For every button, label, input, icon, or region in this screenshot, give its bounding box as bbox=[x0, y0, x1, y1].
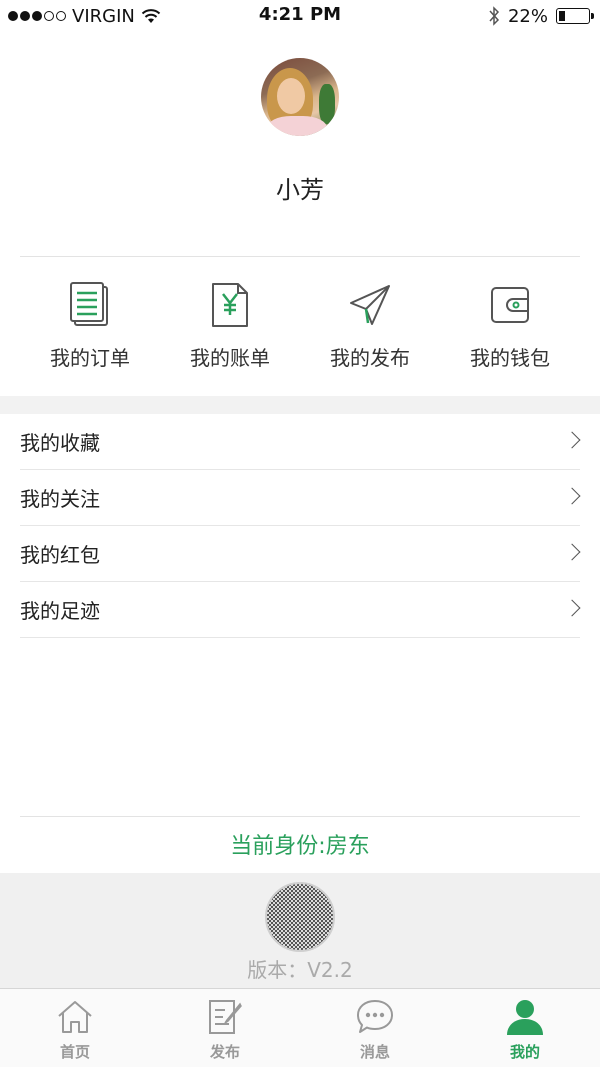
tab-publish[interactable]: 发布 bbox=[150, 989, 300, 1067]
menu-item-footprints[interactable]: 我的足迹 bbox=[20, 582, 581, 638]
message-icon bbox=[355, 997, 395, 1037]
wifi-icon bbox=[141, 9, 161, 23]
chevron-right-icon bbox=[563, 543, 581, 561]
action-my-orders[interactable]: 我的订单 bbox=[20, 258, 160, 396]
publish-icon bbox=[347, 280, 393, 330]
battery-percent: 22% bbox=[507, 5, 548, 27]
status-right: 22% bbox=[488, 4, 594, 28]
chevron-right-icon bbox=[563, 487, 581, 505]
divider bbox=[20, 256, 580, 257]
edit-icon bbox=[205, 997, 245, 1037]
menu-item-following[interactable]: 我的关注 bbox=[20, 470, 581, 526]
battery-level bbox=[559, 11, 565, 21]
qr-code-icon[interactable] bbox=[265, 882, 335, 952]
chevron-right-icon bbox=[563, 599, 581, 617]
menu-item-red-packets[interactable]: 我的红包 bbox=[20, 526, 581, 582]
action-my-wallet[interactable]: 我的钱包 bbox=[440, 258, 580, 396]
tab-bar: 首页 发布 消息 我的 bbox=[0, 988, 600, 1067]
status-bar: VIRGIN 4:21 PM 22% bbox=[0, 0, 600, 34]
bill-icon bbox=[207, 280, 253, 330]
menu-list: 我的收藏 我的关注 我的红包 我的足迹 bbox=[0, 414, 600, 638]
avatar[interactable] bbox=[261, 58, 339, 136]
action-label: 我的发布 bbox=[330, 346, 410, 370]
divider bbox=[20, 816, 580, 817]
tab-messages[interactable]: 消息 bbox=[300, 989, 450, 1067]
wallet-icon bbox=[487, 280, 533, 330]
version-area: 版本：V2.2 bbox=[0, 873, 600, 988]
menu-item-label: 我的红包 bbox=[20, 543, 100, 567]
action-my-posts[interactable]: 我的发布 bbox=[300, 258, 440, 396]
menu-item-label: 我的关注 bbox=[20, 487, 100, 511]
chevron-right-icon bbox=[563, 431, 581, 449]
profile-header: 小芳 bbox=[0, 34, 600, 258]
carrier-name: VIRGIN bbox=[72, 5, 135, 27]
action-label: 我的订单 bbox=[50, 346, 130, 370]
tab-home[interactable]: 首页 bbox=[0, 989, 150, 1067]
status-left: VIRGIN bbox=[8, 4, 161, 28]
section-separator bbox=[0, 396, 600, 414]
signal-strength-icon bbox=[8, 11, 66, 21]
tab-mine[interactable]: 我的 bbox=[450, 989, 600, 1067]
user-icon bbox=[505, 997, 545, 1037]
menu-item-label: 我的收藏 bbox=[20, 431, 100, 455]
home-icon bbox=[55, 997, 95, 1037]
tab-label: 消息 bbox=[359, 1043, 390, 1061]
action-label: 我的账单 bbox=[190, 346, 270, 370]
current-identity[interactable]: 当前身份:房东 bbox=[0, 828, 600, 860]
orders-icon bbox=[67, 280, 113, 330]
menu-item-label: 我的足迹 bbox=[20, 599, 100, 623]
bluetooth-icon bbox=[489, 6, 500, 26]
menu-item-favorites[interactable]: 我的收藏 bbox=[20, 414, 581, 470]
tab-label: 首页 bbox=[59, 1043, 90, 1061]
tab-label: 我的 bbox=[509, 1043, 540, 1061]
battery-icon bbox=[556, 8, 594, 24]
tab-label: 发布 bbox=[209, 1043, 240, 1061]
action-my-bills[interactable]: 我的账单 bbox=[160, 258, 300, 396]
user-name: 小芳 bbox=[276, 176, 324, 204]
version-text: 版本：V2.2 bbox=[247, 958, 353, 982]
action-label: 我的钱包 bbox=[470, 346, 550, 370]
quick-actions: 我的订单 我的账单 我的发布 我的钱包 bbox=[0, 258, 600, 396]
